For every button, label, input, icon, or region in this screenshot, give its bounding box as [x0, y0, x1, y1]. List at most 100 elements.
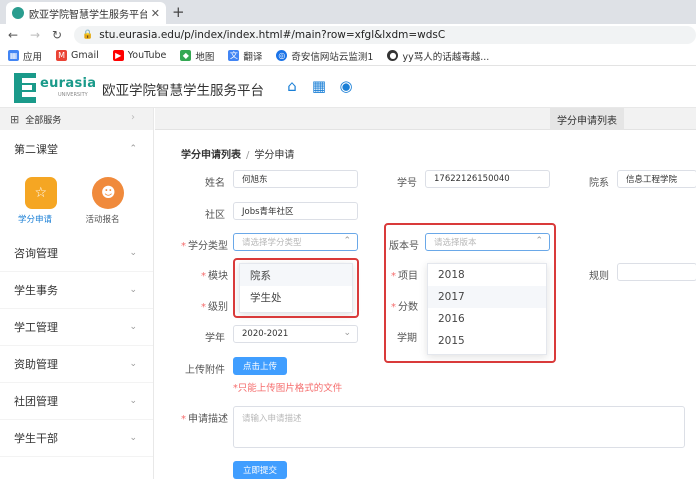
grid-icon: ⊞ [10, 112, 20, 126]
bookmark-monitor[interactable]: ◎ 奇安信网站云监测1 [276, 49, 373, 63]
chevron-down-icon: ⌄ [129, 396, 137, 406]
maps-icon: ◆ [180, 50, 192, 61]
sidebar-item-clubs[interactable]: 社团管理 ⌄ [0, 383, 153, 420]
rule-field[interactable] [617, 263, 696, 281]
sidebar-item-second-classroom[interactable]: 第二课堂 ⌃ [0, 130, 153, 167]
all-services-item[interactable]: ⊞ 全部服务 › [0, 108, 153, 130]
required-mark: * [201, 271, 206, 282]
school-year-value: 2020-2021 [242, 329, 289, 339]
certificate-icon: ☆ [24, 177, 57, 209]
gmail-icon: M [56, 50, 68, 61]
breadcrumb-current: 学分申请 [254, 150, 295, 161]
module-label: * 模块 [201, 267, 228, 282]
back-arrow-icon[interactable]: ← [4, 28, 22, 42]
eurasia-logo[interactable]: eurasia UNIVERSITY [14, 73, 98, 103]
sidebar-item-label: 第二课堂 [14, 142, 58, 156]
sidebar-item-label: 学生事务 [14, 284, 58, 297]
chevron-down-icon: ⌄ [129, 285, 137, 295]
grid-icon[interactable]: ▦ [310, 77, 328, 95]
header-icons: ⌂ ▦ ◉ [283, 77, 364, 95]
chevron-down-icon: ⌄ [129, 433, 137, 443]
user-circle-icon[interactable]: ◉ [337, 77, 355, 95]
bookmark-gmail[interactable]: M Gmail [56, 50, 99, 61]
student-id-label: 学号 [397, 178, 417, 189]
browser-tab-bar: 欧亚学院智慧学生服务平台 ✕ + [0, 0, 696, 24]
bookmark-maps[interactable]: ◆ 地图 [180, 49, 214, 63]
credit-type-placeholder: 请选择学分类型 [242, 238, 302, 248]
site-favicon-icon [12, 7, 24, 19]
tab-credit-apply-list[interactable]: 学分申请列表 [550, 108, 624, 130]
user-icon: ☻ [92, 177, 125, 209]
bookmark-apps[interactable]: ▦ 应用 [8, 49, 42, 63]
logo-sub: UNIVERSITY [58, 92, 88, 98]
url-field[interactable]: 🔒 stu.eurasia.edu/p/index/index.html#/ma… [74, 26, 696, 44]
name-field[interactable]: 何旭东 [233, 170, 358, 188]
address-bar-row: ← → ↻ 🔒 stu.eurasia.edu/p/index/index.ht… [0, 24, 696, 46]
upload-label: 上传附件 [185, 365, 225, 376]
description-label-text: 申请描述 [188, 414, 228, 425]
sidebar-item-student-work[interactable]: 学工管理 ⌄ [0, 309, 153, 346]
home-icon[interactable]: ⌂ [283, 77, 301, 95]
bookmark-label: 应用 [23, 51, 43, 63]
bookmark-label: 地图 [195, 51, 215, 63]
bookmark-translate[interactable]: 文 翻译 [228, 49, 262, 63]
sidebar-item-aid[interactable]: 资助管理 ⌄ [0, 346, 153, 383]
monitor-icon: ◎ [276, 50, 288, 61]
browser-tab[interactable]: 欧亚学院智慧学生服务平台 ✕ [6, 2, 166, 24]
chevron-down-icon: ⌄ [129, 359, 137, 369]
apps-icon: ▦ [8, 50, 19, 61]
bookmark-label: YouTube [127, 50, 167, 61]
translate-icon: 文 [228, 50, 240, 61]
student-id-field[interactable]: 17622126150040 [425, 170, 550, 188]
lock-icon: 🔒 [82, 30, 94, 40]
bookmark-label: 翻译 [243, 51, 263, 63]
new-tab-button[interactable]: + [172, 3, 185, 21]
school-year-select[interactable]: 2020-2021 ⌄ [233, 325, 358, 343]
subitem-label: 活动报名 [85, 215, 120, 225]
logo-word: eurasia [40, 76, 97, 91]
sidebar-item-label: 社团管理 [14, 395, 58, 408]
youtube-icon: ▶ [112, 50, 124, 61]
description-textarea[interactable]: 请输入申请描述 [233, 406, 685, 448]
bookmarks-bar: ▦ 应用 M Gmail ▶ YouTube ◆ 地图 文 翻译 ◎ 奇安信网站… [0, 46, 696, 66]
breadcrumb-root[interactable]: 学分申请列表 [181, 150, 241, 161]
subitem-label: 学分申请 [18, 215, 53, 225]
submit-button[interactable]: 立即提交 [233, 461, 287, 479]
sidebar-item-cadres[interactable]: 学生干部 ⌄ [0, 420, 153, 457]
tab-close-icon[interactable]: ✕ [151, 7, 160, 20]
level-label-text: 级别 [208, 302, 228, 313]
module-label-text: 模块 [208, 271, 228, 282]
bookmark-yy[interactable]: ● yy骂人的话越毒越... [387, 49, 489, 63]
second-classroom-subitems: ☆ 学分申请 ☻ 活动报名 [0, 167, 153, 235]
required-mark: * [201, 302, 206, 313]
highlight-box [233, 258, 359, 318]
highlight-box [384, 223, 556, 363]
app-header: eurasia UNIVERSITY 欧亚学院智慧学生服务平台 ⌂ ▦ ◉ [0, 67, 696, 108]
description-label: * 申请描述 [181, 410, 228, 425]
sidebar-item-label: 学工管理 [14, 321, 58, 334]
sidebar-item-student-affairs[interactable]: 学生事务 ⌄ [0, 272, 153, 309]
level-label: * 级别 [201, 298, 228, 313]
chevron-down-icon: ⌄ [129, 248, 137, 258]
reload-icon[interactable]: ↻ [48, 28, 66, 42]
url-text: stu.eurasia.edu/p/index/index.html#/main… [99, 29, 446, 41]
chevron-up-icon: ⌃ [129, 143, 137, 154]
upload-button[interactable]: 点击上传 [233, 357, 287, 375]
school-year-label: 学年 [205, 333, 225, 344]
credit-type-select[interactable]: 请选择学分类型 ⌃ [233, 233, 358, 251]
breadcrumb-separator: / [246, 150, 250, 161]
sidebar-item-label: 咨询管理 [14, 247, 58, 260]
community-field[interactable]: Jobs青年社区 [233, 202, 358, 220]
subitem-activity-signup[interactable]: ☻ 活动报名 [86, 177, 132, 235]
sidebar: ⊞ 全部服务 › 第二课堂 ⌃ ☆ 学分申请 ☻ 活动报名 咨询管理 ⌄ 学生事… [0, 108, 154, 479]
sidebar-item-label: 资助管理 [14, 358, 58, 371]
bookmark-youtube[interactable]: ▶ YouTube [112, 50, 167, 61]
sidebar-item-consult[interactable]: 咨询管理 ⌄ [0, 235, 153, 272]
community-label: 社区 [205, 210, 225, 221]
forward-arrow-icon[interactable]: → [26, 28, 44, 42]
department-field[interactable]: 信息工程学院 [617, 170, 696, 188]
bookmark-label: Gmail [71, 50, 99, 61]
upload-hint: *只能上传图片格式的文件 [233, 383, 343, 394]
subitem-credit-apply[interactable]: ☆ 学分申请 [18, 177, 64, 235]
bookmark-label: yy骂人的话越毒越... [402, 51, 490, 63]
